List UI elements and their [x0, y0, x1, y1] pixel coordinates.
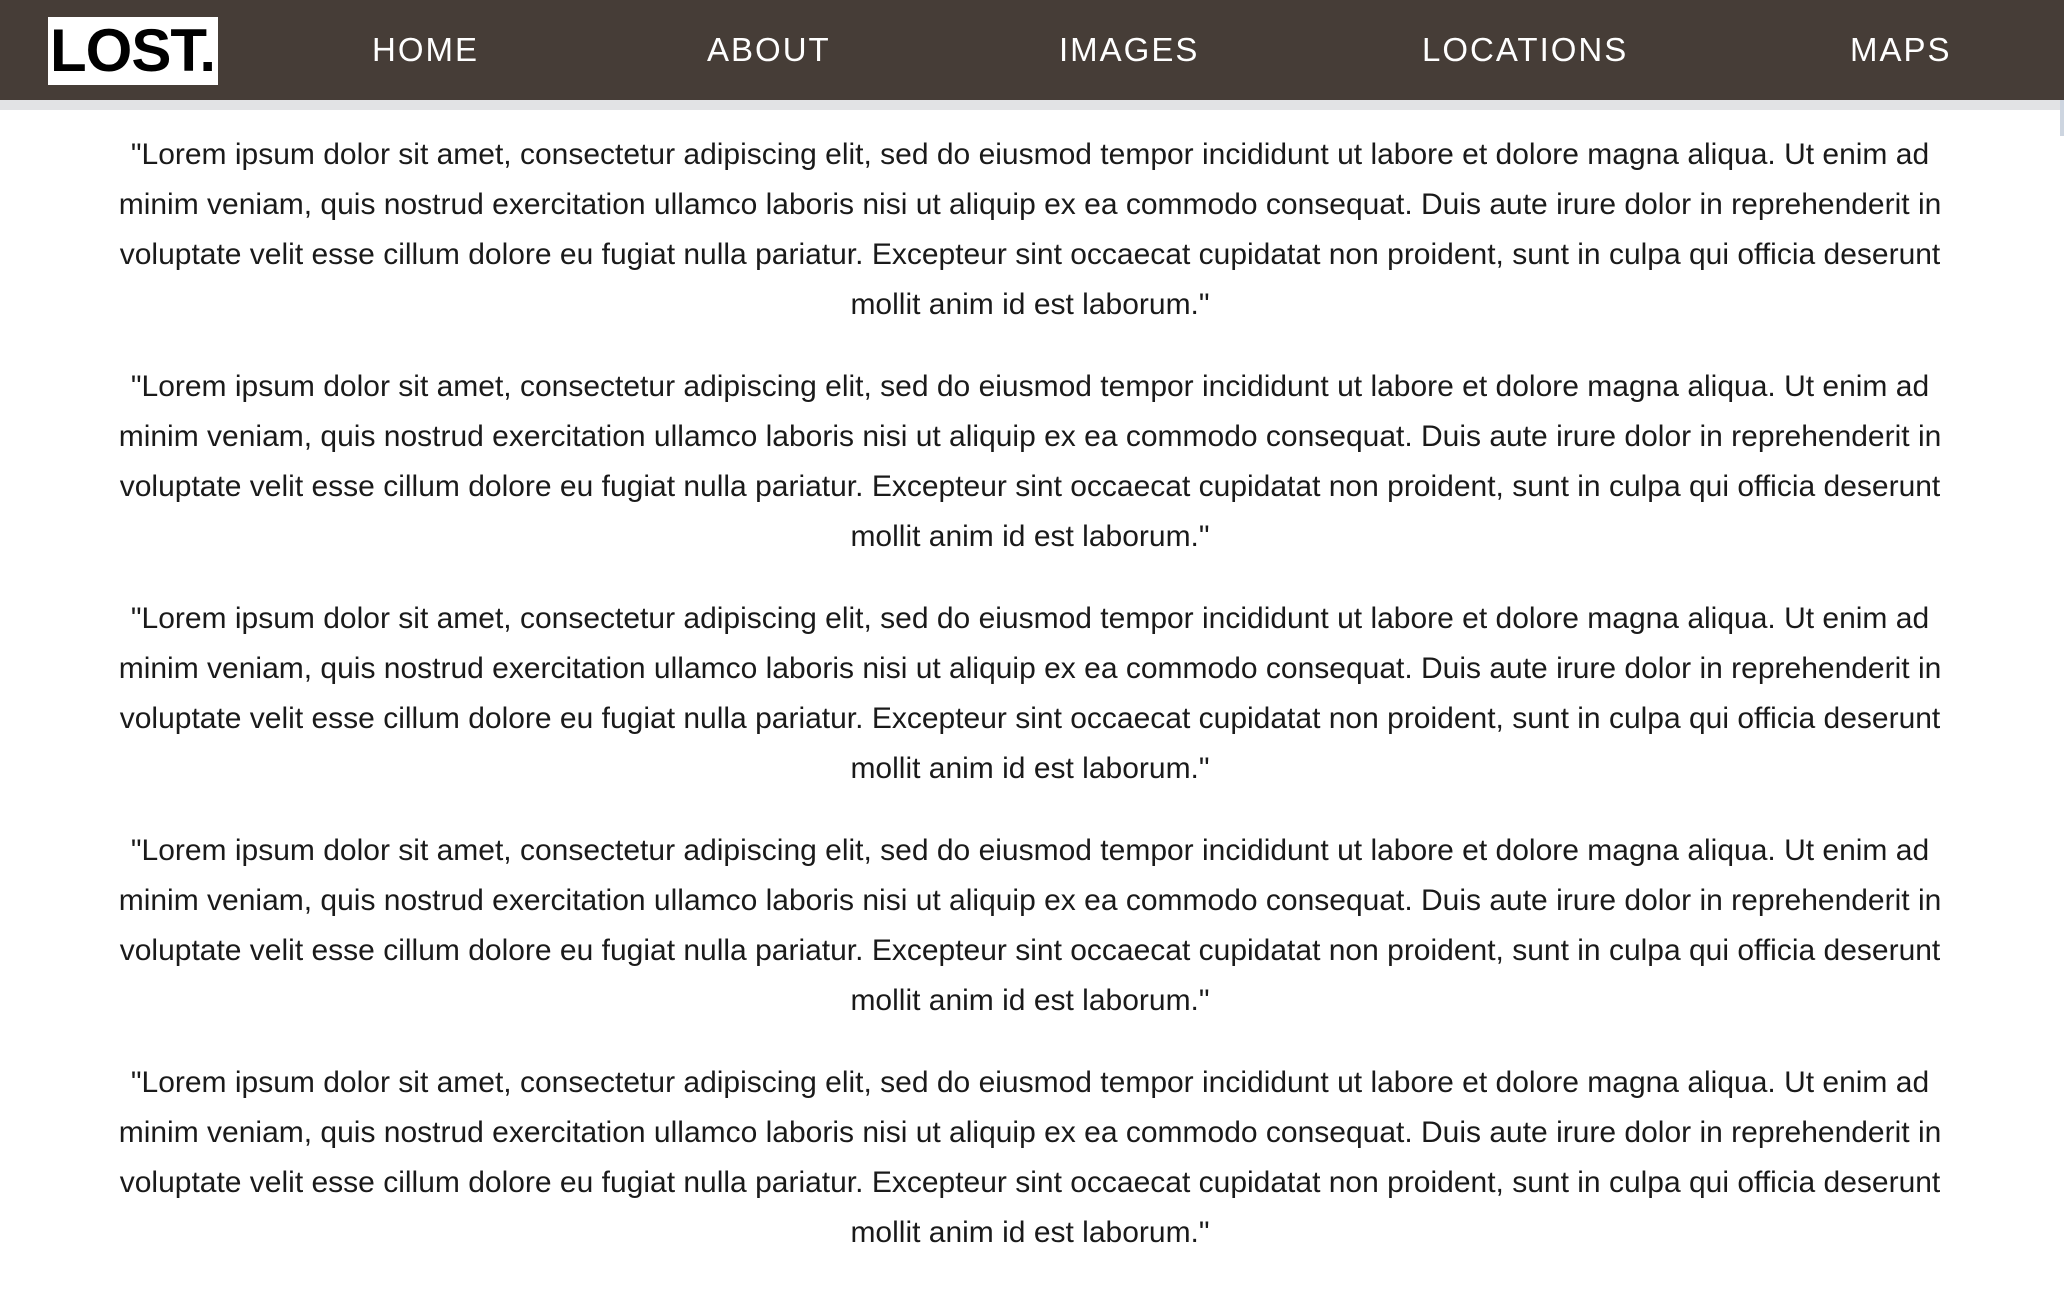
- nav-link-images[interactable]: IMAGES: [1059, 0, 1199, 100]
- nav-link-locations[interactable]: LOCATIONS: [1422, 0, 1628, 100]
- nav-link-about[interactable]: ABOUT: [707, 0, 831, 100]
- body-paragraph: "Lorem ipsum dolor sit amet, consectetur…: [118, 1066, 1942, 1249]
- nav-link-home[interactable]: HOME: [372, 0, 479, 100]
- site-logo[interactable]: LOST.: [48, 17, 219, 85]
- body-paragraph: "Lorem ipsum dolor sit amet, consectetur…: [118, 834, 1942, 1017]
- nav-link-maps[interactable]: MAPS: [1850, 0, 1952, 100]
- body-paragraph: "Lorem ipsum dolor sit amet, consectetur…: [118, 602, 1942, 785]
- body-paragraph: "Lorem ipsum dolor sit amet, consectetur…: [118, 138, 1942, 321]
- body-paragraph: "Lorem ipsum dolor sit amet, consectetur…: [118, 370, 1942, 553]
- scrollbar-edge[interactable]: [2060, 100, 2064, 136]
- top-navbar: LOST. HOME ABOUT IMAGES LOCATIONS MAPS: [0, 0, 2064, 110]
- main-content: "Lorem ipsum dolor sit amet, consectetur…: [90, 130, 1970, 1290]
